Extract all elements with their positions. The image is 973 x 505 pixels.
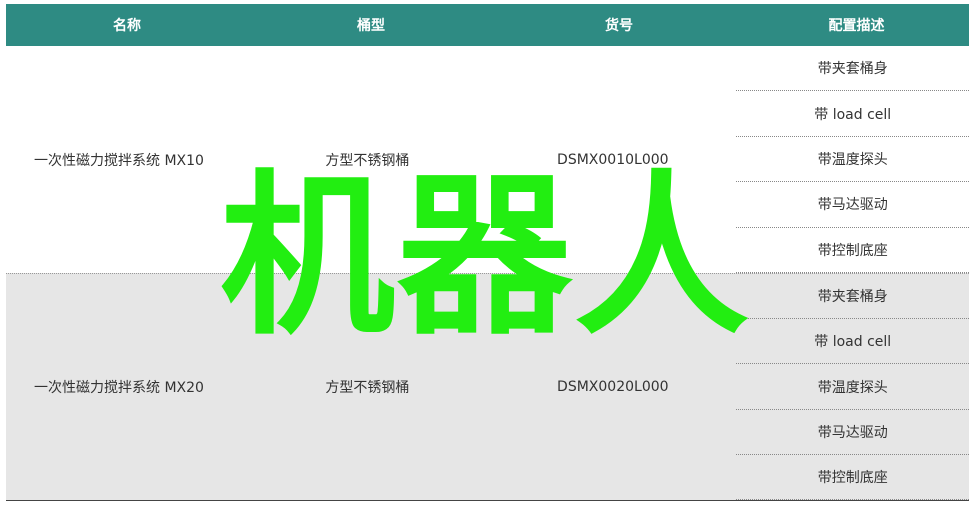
config-item: 带夹套桶身 [736,274,969,320]
config-item: 带 load cell [736,91,969,137]
product-name: 一次性磁力搅拌系统 MX10 [34,152,204,169]
config-item: 带马达驱动 [736,410,969,455]
config-list: 带夹套桶身 带 load cell 带温度探头 带马达驱动 带控制底座 [736,274,969,501]
config-item: 带夹套桶身 [736,46,969,92]
config-item: 带 load cell [736,319,969,365]
table-bottom-border [6,500,969,501]
config-list: 带夹套桶身 带 load cell 带温度探头 带马达驱动 带控制底座 [736,46,969,274]
config-item: 带温度探头 [736,364,969,410]
config-item: 带温度探头 [736,137,969,183]
header-config: 配置描述 [828,18,885,34]
header-sku: 货号 [605,18,633,34]
watermark-text: 机器人 [220,156,751,359]
config-item: 带控制底座 [736,455,969,501]
table-header: 名称 桶型 货号 配置描述 [6,4,969,46]
config-item: 带马达驱动 [736,182,969,228]
header-barrel-type: 桶型 [357,18,385,34]
config-item: 带控制底座 [736,228,969,274]
header-name: 名称 [113,18,141,34]
product-name: 一次性磁力搅拌系统 MX20 [34,380,204,396]
